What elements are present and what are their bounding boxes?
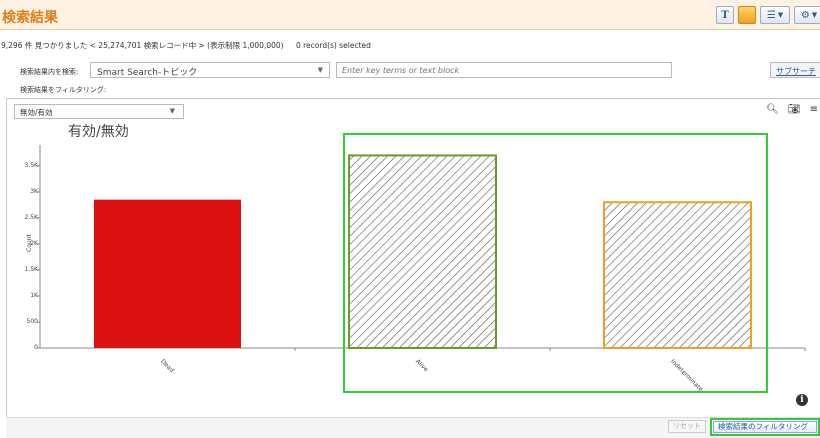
y-tick-label: 0 — [34, 344, 38, 351]
y-tick-label: 2K — [30, 239, 38, 247]
gear-dropdown-icon[interactable]: ⚙ ▼ — [794, 6, 820, 24]
search-input[interactable] — [336, 62, 672, 78]
chart-title: 有効/無効 — [68, 124, 129, 140]
y-tick-label: 2.5K — [24, 213, 38, 221]
search-mode-value: Smart Search-トピック — [97, 68, 198, 78]
apply-filter-label: 検索結果のフィルタリング — [713, 421, 817, 433]
filter-field-value: 無効/有効 — [20, 108, 53, 117]
result-count-text: 9,296 件 見つかりました < 25,274,701 検索レコード中 > (… — [1, 41, 284, 50]
info-icon[interactable]: i — [796, 394, 808, 406]
y-tick-label: 500 — [26, 317, 38, 325]
window-title: 検索結果 — [2, 10, 58, 26]
result-summary: 9,296 件 見つかりました < 25,274,701 検索レコード中 > (… — [1, 40, 371, 51]
y-tick-label: 3K — [30, 187, 38, 195]
chevron-down-icon: ▼ — [317, 66, 323, 74]
y-tick-label: 1K — [30, 291, 38, 299]
highlight-box — [343, 133, 768, 393]
y-tick-label: 3.5K — [24, 161, 38, 169]
toolbar: T ☰ ▼ ⚙ ▼ — [716, 6, 820, 24]
menu-icon[interactable]: ≡ — [810, 104, 818, 115]
y-tick-label: 1.5K — [24, 265, 38, 273]
list-dropdown-icon[interactable]: ☰ ▼ — [760, 6, 790, 24]
selected-count: 0 record(s) selected — [295, 41, 371, 50]
subsearch-button[interactable]: サブサーチ — [770, 62, 820, 78]
search-mode-select[interactable]: Smart Search-トピック ▼ — [90, 62, 330, 78]
filter-field-select[interactable]: 無効/有効 ▼ — [14, 104, 184, 119]
chart-tools: 🔍︎ 📷︎ ≡ — [766, 104, 818, 115]
filter-label: 検索結果をフィルタリング: — [20, 86, 107, 94]
apply-filter-button[interactable]: 検索結果のフィルタリング — [710, 418, 820, 436]
search-icon[interactable]: 🔍︎ — [766, 104, 779, 115]
camera-icon[interactable]: 📷︎ — [788, 104, 801, 115]
title-bar: 検索結果 T ☰ ▼ ⚙ ▼ — [0, 0, 820, 30]
reset-button[interactable]: リセット — [668, 420, 706, 433]
image-icon[interactable] — [738, 6, 756, 24]
chevron-down-icon: ▼ — [169, 107, 175, 115]
search-in-label: 検索結果内を検索: — [20, 68, 79, 76]
text-icon[interactable]: T — [716, 6, 734, 24]
